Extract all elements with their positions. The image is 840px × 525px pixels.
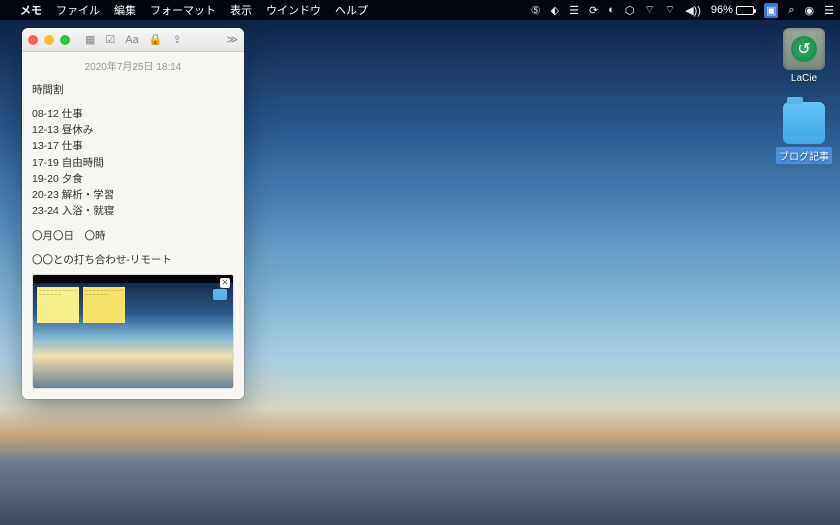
- drive-icon-lacie[interactable]: ↺ LaCie: [776, 28, 832, 84]
- menu-bar: メモ ファイル 編集 フォーマット 表示 ウインドウ ヘルプ ⑤ ⬖ ☰ ⟳ ◐…: [0, 0, 840, 20]
- window-titlebar[interactable]: ▦ ☑ Aa 🔒 ⇪ ≫: [22, 28, 244, 52]
- volume-icon[interactable]: ◀)): [685, 4, 701, 17]
- status-icon[interactable]: ◐: [608, 4, 615, 16]
- notification-center-icon[interactable]: ☰: [824, 4, 834, 17]
- note-schedule: 08-12 仕事 12-13 昼休み 13-17 仕事 17-19 自由時間 1…: [32, 106, 234, 220]
- sched-line: 19-20 夕食: [32, 171, 234, 187]
- bluetooth-icon[interactable]: ⌔: [644, 3, 654, 17]
- note-title: 時間割: [32, 82, 234, 98]
- sched-line: 20-23 解析・学習: [32, 187, 234, 203]
- note-line: 〇月〇日 〇時: [32, 228, 234, 244]
- sticky-note-thumbnail: — — — — — — — — — — — — — — — —: [37, 287, 79, 323]
- lock-icon[interactable]: 🔒: [149, 33, 163, 46]
- notes-window: ▦ ☑ Aa 🔒 ⇪ ≫ 2020年7月25日 18:14 時間割 08-12 …: [22, 28, 244, 399]
- menu-edit[interactable]: 編集: [114, 2, 136, 18]
- sched-line: 08-12 仕事: [32, 106, 234, 122]
- menu-help[interactable]: ヘルプ: [335, 2, 368, 18]
- expand-toolbar-icon[interactable]: ≫: [226, 33, 238, 46]
- note-attachment-image[interactable]: — — — — — — — — — — — — — — — — — — — — …: [32, 274, 234, 389]
- attachment-close-icon[interactable]: ✕: [220, 278, 230, 288]
- sched-line: 23-24 入浴・就寝: [32, 203, 234, 219]
- status-icon[interactable]: ⑤: [531, 4, 541, 17]
- status-icon[interactable]: ⬡: [625, 4, 635, 17]
- checklist-icon[interactable]: ☑: [105, 33, 115, 46]
- sticky-note-thumbnail: — — — — — — — — — — — — — — — —: [83, 287, 125, 323]
- note-content[interactable]: 2020年7月25日 18:14 時間割 08-12 仕事 12-13 昼休み …: [22, 52, 244, 399]
- wifi-icon[interactable]: ⌔: [665, 3, 675, 17]
- list-view-icon[interactable]: ▦: [85, 33, 95, 46]
- folder-thumbnail: [213, 289, 227, 300]
- format-icon[interactable]: Aa: [125, 34, 138, 46]
- menu-file[interactable]: ファイル: [56, 2, 100, 18]
- folder-label: ブログ記事: [776, 147, 832, 164]
- minimize-button[interactable]: [44, 35, 54, 45]
- menu-format[interactable]: フォーマット: [150, 2, 216, 18]
- sched-line: 17-19 自由時間: [32, 155, 234, 171]
- folder-icon-blog[interactable]: ブログ記事: [776, 102, 832, 164]
- status-icon[interactable]: ▣: [764, 3, 778, 18]
- siri-icon[interactable]: ◉: [805, 4, 815, 17]
- close-button[interactable]: [28, 35, 38, 45]
- battery-pct: 96%: [711, 4, 733, 16]
- battery-status[interactable]: 96%: [711, 4, 754, 16]
- sched-line: 12-13 昼休み: [32, 122, 234, 138]
- note-line: 〇〇との打ち合わせ-リモート: [32, 252, 234, 268]
- status-icon[interactable]: ☰: [569, 4, 579, 17]
- drive-label: LaCie: [791, 73, 817, 84]
- note-date: 2020年7月25日 18:14: [32, 60, 234, 76]
- menu-window[interactable]: ウインドウ: [266, 2, 321, 18]
- share-icon[interactable]: ⇪: [172, 33, 181, 46]
- sched-line: 13-17 仕事: [32, 138, 234, 154]
- spotlight-icon[interactable]: ⌕: [788, 4, 794, 17]
- desktop-icons: ↺ LaCie ブログ記事: [776, 28, 832, 164]
- zoom-button[interactable]: [60, 35, 70, 45]
- menu-view[interactable]: 表示: [230, 2, 252, 18]
- status-icon[interactable]: ⟳: [589, 4, 598, 17]
- app-name[interactable]: メモ: [20, 2, 42, 18]
- dropbox-icon[interactable]: ⬖: [551, 4, 559, 17]
